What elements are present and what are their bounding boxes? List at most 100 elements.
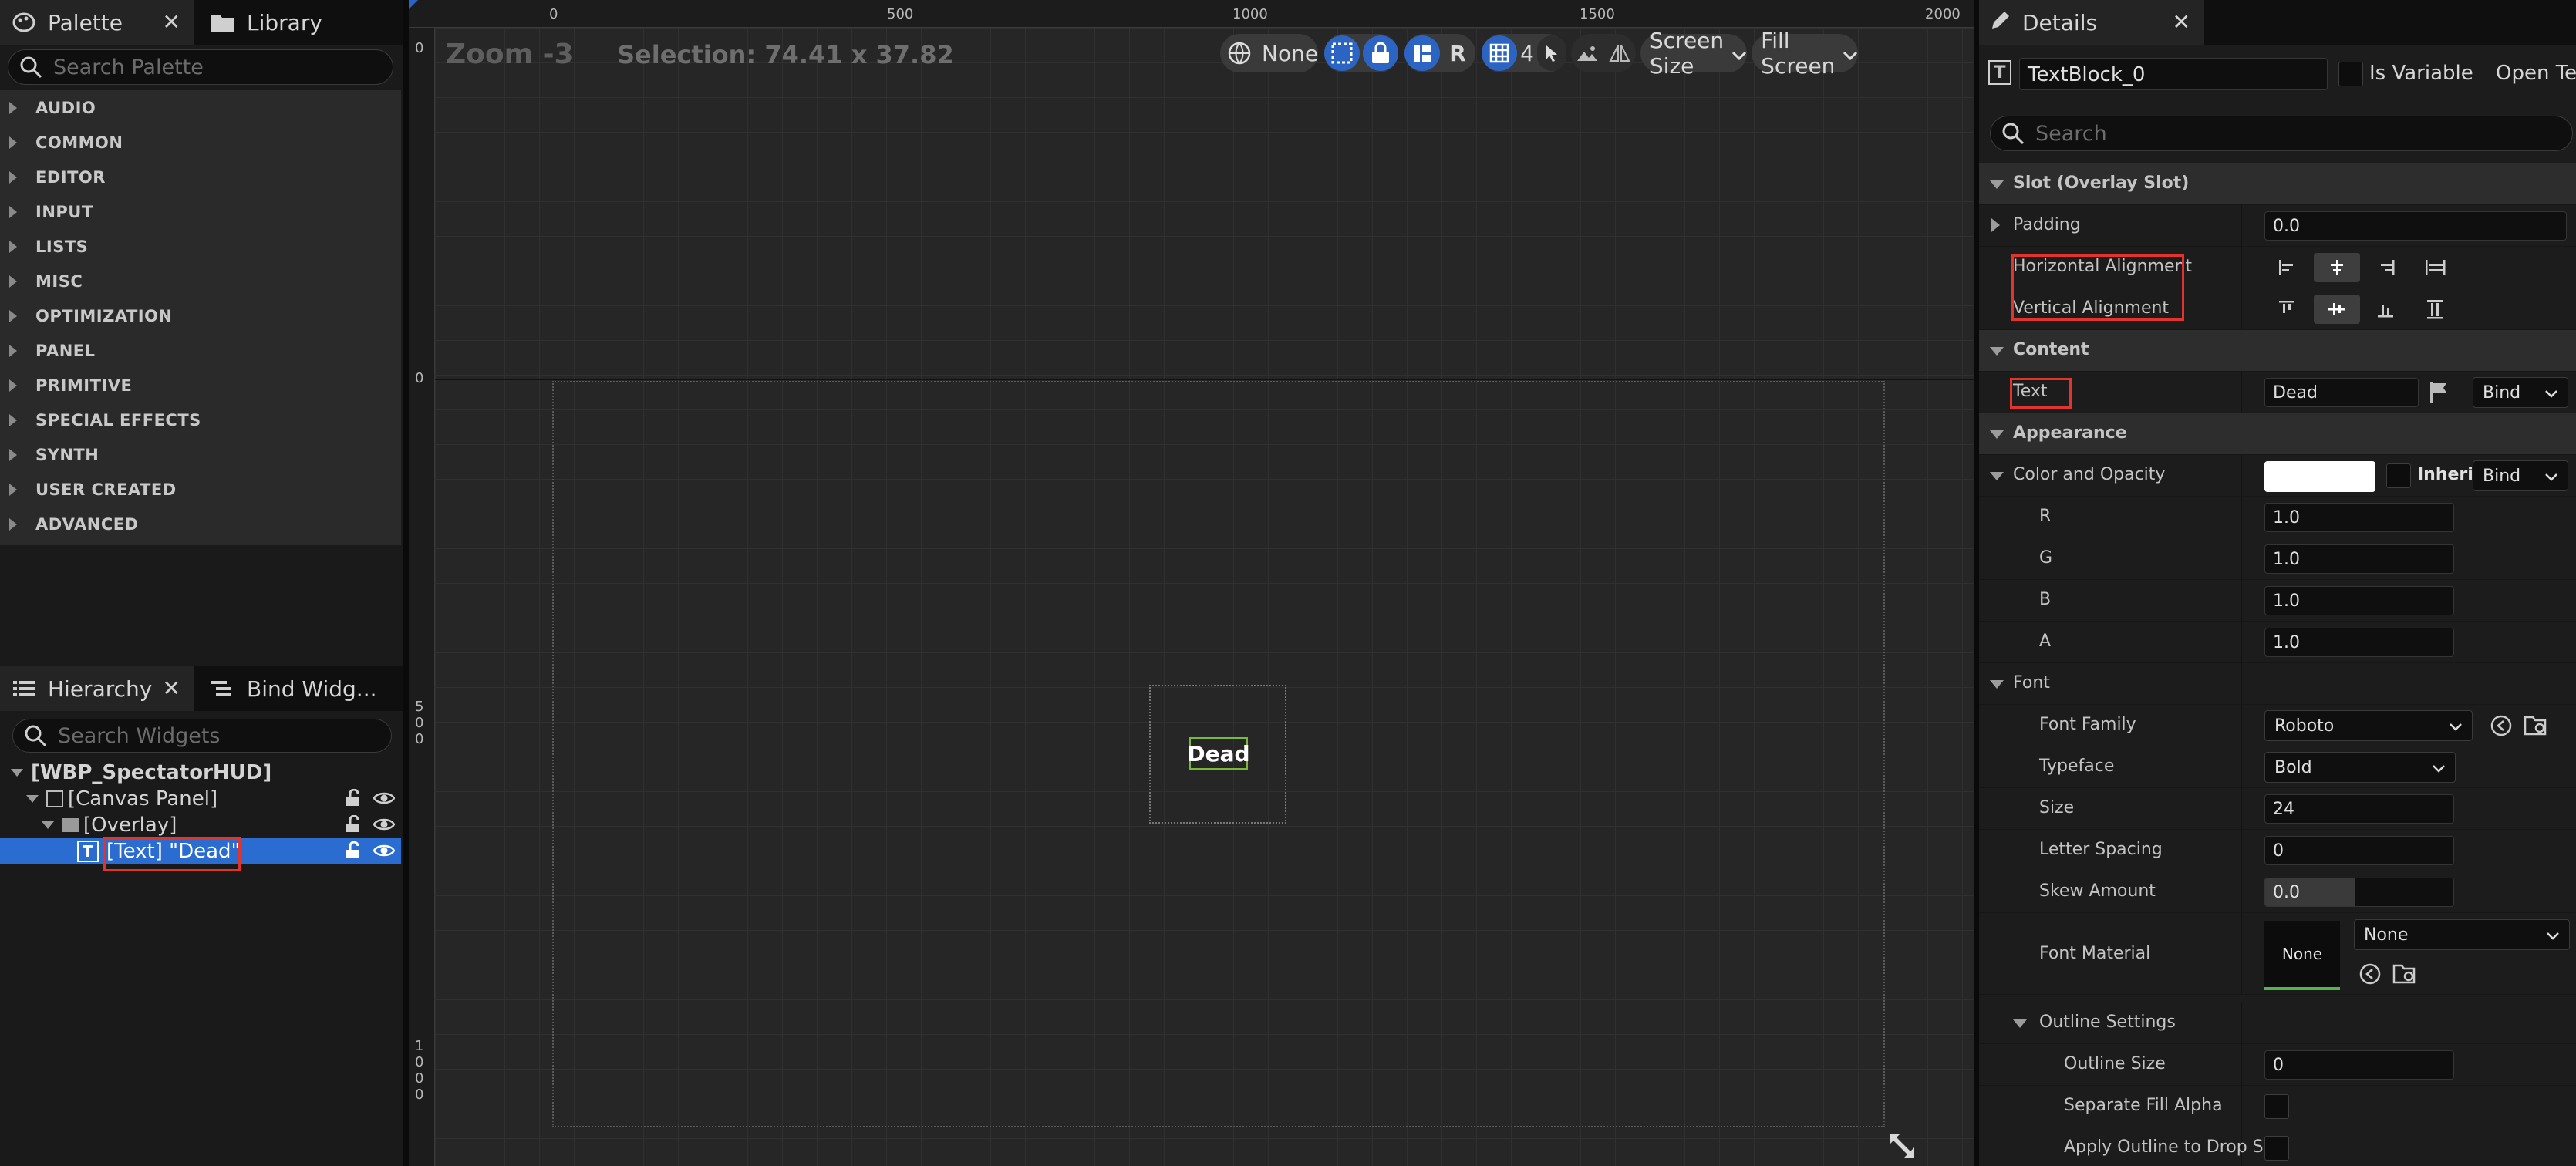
expand-arrow-icon[interactable] [1991, 218, 2000, 232]
collapse-arrow-icon[interactable] [11, 769, 23, 777]
browse-asset-icon[interactable] [2524, 714, 2548, 740]
text-value-field[interactable]: Dead [2264, 378, 2419, 407]
palette-category-lists[interactable]: LISTS [0, 229, 401, 264]
tree-root[interactable]: [WBP_SpectatorHUD] [0, 760, 401, 786]
font-material-dropdown[interactable]: None [2354, 919, 2570, 950]
size-field[interactable]: 24 [2264, 794, 2454, 824]
flag-icon[interactable] [2428, 381, 2450, 407]
palette-search-input[interactable]: Search Palette [8, 49, 393, 85]
inherit-checkbox[interactable] [2386, 463, 2411, 488]
row-color-b: B 1.0 [1979, 580, 2576, 622]
padding-field[interactable]: 0.0 [2264, 211, 2567, 241]
collapse-arrow-icon[interactable] [1990, 472, 2004, 480]
left-splitter[interactable] [403, 0, 409, 1166]
resize-handle-icon[interactable] [1886, 1131, 1917, 1164]
align-right-icon[interactable] [2363, 253, 2409, 282]
close-icon[interactable]: ✕ [163, 676, 180, 701]
open-text-button[interactable]: Open Tex [2496, 62, 2576, 85]
align-bottom-icon[interactable] [2363, 295, 2409, 324]
palette-category-primitive[interactable]: PRIMITIVE [0, 368, 401, 403]
layout-icon[interactable] [1404, 35, 1441, 71]
right-splitter[interactable] [1974, 0, 1979, 1166]
collapse-arrow-icon[interactable] [26, 795, 39, 803]
color-r-field[interactable]: 1.0 [2264, 503, 2454, 532]
palette-category-user-created[interactable]: USER CREATED [0, 472, 401, 507]
palette-category-synth[interactable]: SYNTH [0, 437, 401, 472]
palette-category-input[interactable]: INPUT [0, 194, 401, 229]
marquee-select-icon[interactable] [1324, 35, 1360, 71]
unlock-icon[interactable] [344, 841, 362, 865]
tab-hierarchy[interactable]: Hierarchy ✕ [0, 666, 194, 711]
section-appearance[interactable]: Appearance [1979, 413, 2576, 455]
outline-size-field[interactable]: 0 [2264, 1050, 2454, 1080]
palette-category-common[interactable]: COMMON [0, 125, 401, 160]
palette-category-optimization[interactable]: OPTIMIZATION [0, 298, 401, 333]
color-b-field[interactable]: 1.0 [2264, 586, 2454, 615]
align-left-icon[interactable] [2264, 253, 2311, 282]
screen-size-dropdown[interactable]: Screen Size [1640, 28, 1748, 79]
grid-snap-icon[interactable] [1482, 35, 1518, 71]
row-color-g: G 1.0 [1979, 538, 2576, 580]
unlock-icon[interactable] [344, 814, 362, 839]
tab-details[interactable]: Details ✕ [1979, 0, 2204, 45]
tab-library[interactable]: Library [199, 0, 400, 45]
close-icon[interactable]: ✕ [163, 9, 180, 35]
palette-category-advanced[interactable]: ADVANCED [0, 507, 401, 541]
eye-icon[interactable] [373, 815, 396, 839]
text-widget-dead[interactable]: Dead [1187, 737, 1250, 770]
palette-category-misc[interactable]: MISC [0, 264, 401, 298]
letter-spacing-field[interactable]: 0 [2264, 836, 2454, 865]
eye-icon[interactable] [373, 789, 396, 813]
details-search-input[interactable]: Search [1990, 116, 2573, 151]
eye-icon[interactable] [373, 841, 396, 865]
close-icon[interactable]: ✕ [2173, 9, 2190, 35]
align-center-icon[interactable] [2314, 253, 2360, 282]
collapse-arrow-icon[interactable] [2013, 1019, 2027, 1028]
hierarchy-search-input[interactable]: Search Widgets [12, 719, 392, 753]
unlock-icon[interactable] [344, 788, 362, 813]
tab-bind-widgets[interactable]: Bind Widg... [199, 666, 401, 711]
color-bind-dropdown[interactable]: Bind [2473, 460, 2568, 491]
align-fill-icon[interactable] [2412, 253, 2459, 282]
respect-locks-button[interactable]: R [1440, 35, 1475, 71]
use-selected-icon[interactable] [2490, 714, 2513, 740]
apply-outline-checkbox[interactable] [2264, 1136, 2289, 1161]
collapse-arrow-icon[interactable] [42, 821, 54, 829]
image-icon[interactable] [1571, 35, 1603, 71]
text-bind-dropdown[interactable]: Bind [2473, 377, 2568, 408]
align-fill-vertical-icon[interactable] [2412, 295, 2459, 324]
culture-dropdown[interactable]: None [1220, 34, 1319, 72]
font-family-dropdown[interactable]: Roboto [2264, 710, 2473, 741]
row-skew-amount: Skew Amount 0.0 [1979, 871, 2576, 913]
tree-node-canvas-panel[interactable]: [Canvas Panel] [0, 786, 401, 812]
palette-category-panel[interactable]: PANEL [0, 333, 401, 368]
is-variable-checkbox[interactable] [2338, 62, 2363, 86]
palette-category-audio[interactable]: AUDIO [0, 90, 401, 125]
skew-amount-slider[interactable]: 0.0 [2264, 878, 2454, 907]
section-content[interactable]: Content [1979, 330, 2576, 372]
align-middle-icon[interactable] [2314, 295, 2360, 324]
use-selected-icon[interactable] [2359, 962, 2382, 989]
grid-snap-value[interactable]: 4 [1520, 41, 1534, 66]
color-g-field[interactable]: 1.0 [2264, 544, 2454, 574]
fill-screen-dropdown[interactable]: Fill Screen [1752, 28, 1859, 79]
typeface-dropdown[interactable]: Bold [2264, 752, 2456, 783]
designer-canvas[interactable]: Dead 0 500 1000 1500 2000 0 0 5 0 0 1 0 … [409, 0, 1974, 1166]
flip-icon[interactable] [1603, 35, 1636, 71]
widget-name-field[interactable]: TextBlock_0 [2019, 58, 2328, 90]
color-swatch[interactable] [2264, 461, 2375, 492]
align-top-icon[interactable] [2264, 295, 2311, 324]
lock-icon[interactable] [1363, 35, 1399, 71]
separate-fill-alpha-checkbox[interactable] [2264, 1094, 2289, 1119]
cursor-icon[interactable] [1536, 35, 1566, 71]
collapse-arrow-icon[interactable] [1990, 680, 2004, 689]
browse-asset-icon[interactable] [2392, 962, 2417, 989]
palette-category-editor[interactable]: EDITOR [0, 160, 401, 194]
palette-category-special-effects[interactable]: SPECIAL EFFECTS [0, 403, 401, 437]
section-slot[interactable]: Slot (Overlay Slot) [1979, 163, 2576, 205]
font-material-thumbnail[interactable]: None [2264, 921, 2340, 990]
tab-palette[interactable]: Palette ✕ [0, 0, 194, 45]
tree-node-overlay[interactable]: [Overlay] [0, 812, 401, 838]
color-a-field[interactable]: 1.0 [2264, 628, 2454, 657]
column-divider [2241, 871, 2242, 912]
